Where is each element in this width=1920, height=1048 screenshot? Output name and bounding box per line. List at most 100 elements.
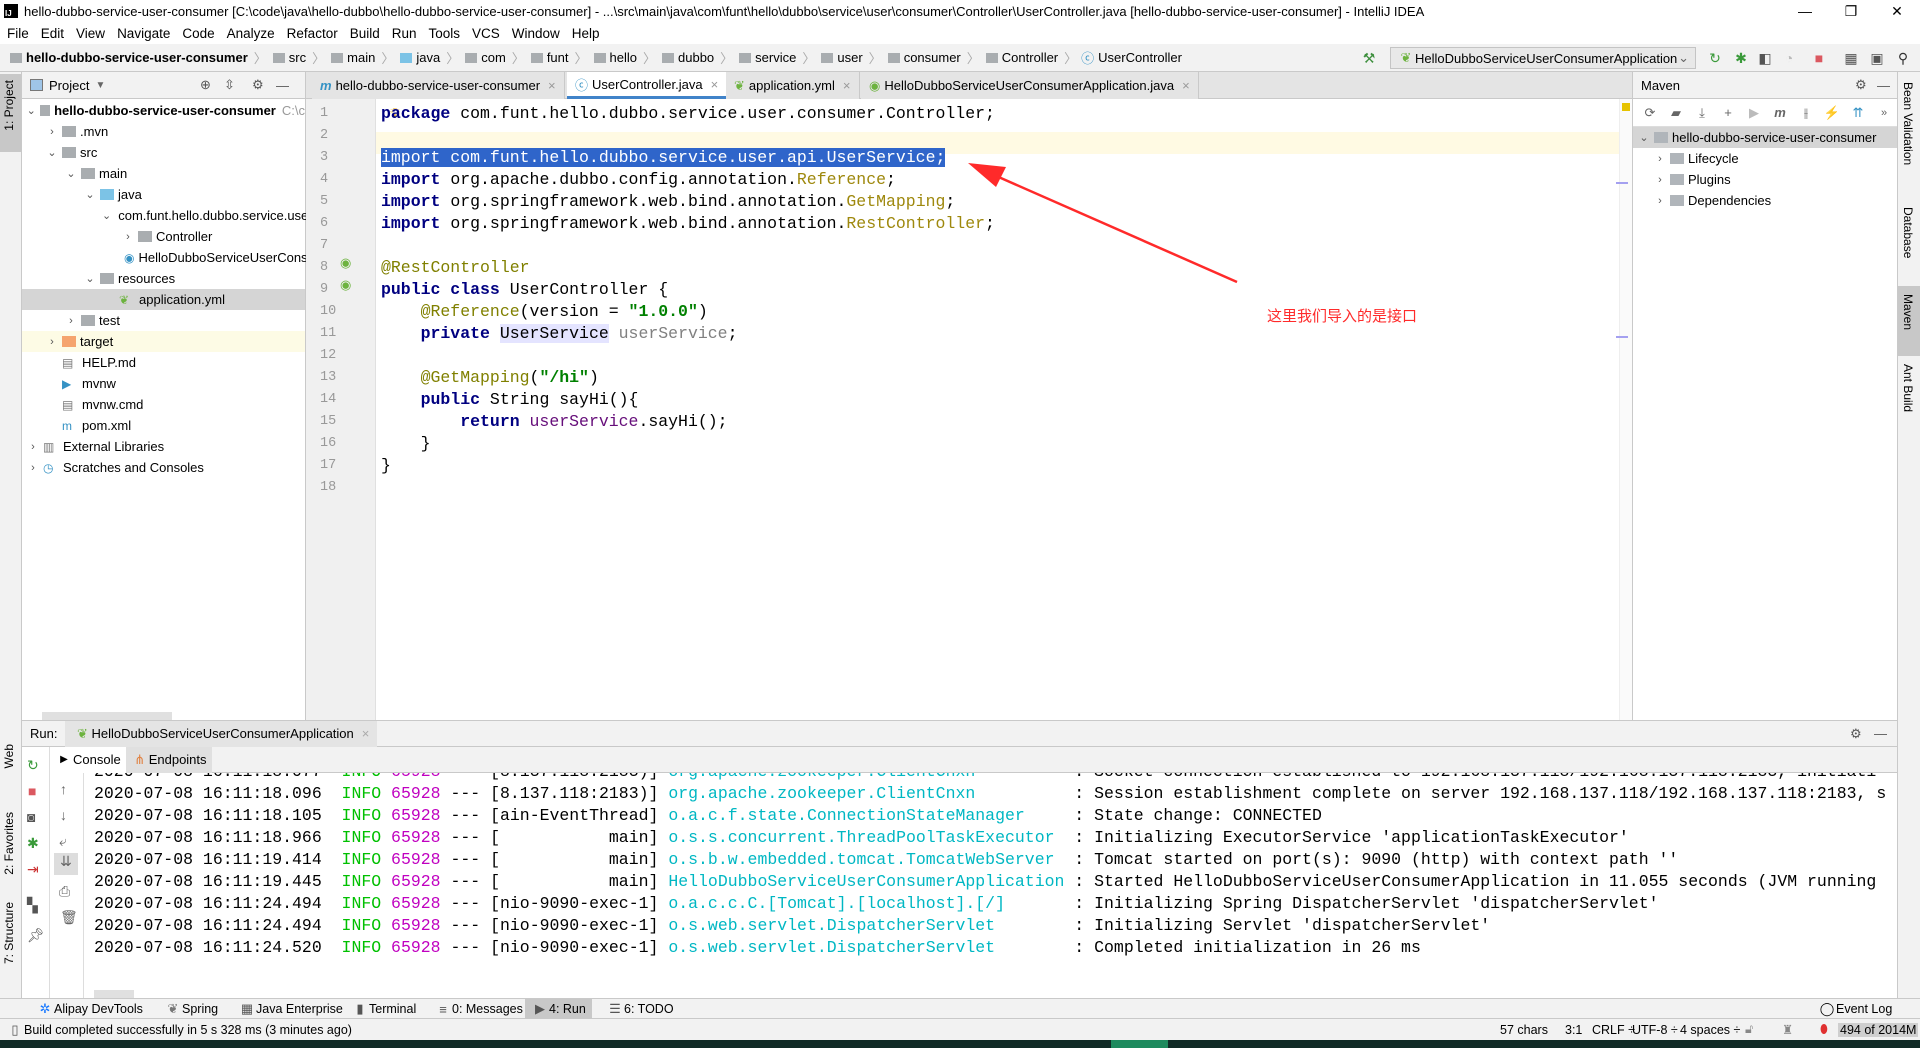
- tree-item[interactable]: m pom.xml: [22, 415, 305, 436]
- chevron-right-icon[interactable]: ›: [26, 462, 40, 474]
- memory-indicator[interactable]: 494 of 2014M: [1838, 1022, 1919, 1037]
- tree-item[interactable]: › target: [22, 331, 305, 352]
- gear-icon[interactable]: ⚙: [1850, 726, 1862, 742]
- tree-item[interactable]: ⌄ main: [22, 163, 305, 184]
- chevron-right-icon[interactable]: ›: [1653, 195, 1667, 207]
- status-toggle-icon[interactable]: ▯: [6, 1022, 24, 1038]
- skip-tests-icon[interactable]: ⫲: [1797, 105, 1815, 121]
- terminal-window-icon[interactable]: ▣: [1868, 49, 1886, 67]
- menu-file[interactable]: File: [7, 26, 29, 41]
- indent-setting[interactable]: 4 spaces ÷: [1680, 1023, 1740, 1037]
- close-icon[interactable]: ×: [1182, 78, 1190, 93]
- maven-tree-item[interactable]: › Dependencies: [1633, 190, 1897, 211]
- breadcrumb-item[interactable]: src 〉: [271, 48, 325, 67]
- run-configuration-select[interactable]: ❦ HelloDubboServiceUserConsumerApplicati…: [1390, 47, 1696, 69]
- menu-run[interactable]: Run: [392, 26, 417, 41]
- rerun-icon[interactable]: ↻: [1706, 49, 1724, 67]
- reload-icon[interactable]: ⟳: [1641, 105, 1659, 121]
- web-tool-button[interactable]: Web: [2, 744, 16, 768]
- chevron-down-icon[interactable]: ⌄: [45, 146, 59, 159]
- collapse-all-icon[interactable]: ⇳: [224, 77, 235, 93]
- show-dependencies-icon[interactable]: ⇈: [1849, 105, 1867, 121]
- ant-build-tool-button[interactable]: Ant Build: [1901, 364, 1915, 412]
- status-message[interactable]: Build completed successfully in 5 s 328 …: [24, 1023, 352, 1037]
- hide-icon[interactable]: —: [1874, 726, 1887, 741]
- breadcrumb-item[interactable]: main 〉: [329, 48, 394, 67]
- tree-item[interactable]: ▶ mvnw: [22, 373, 305, 394]
- event-log-button[interactable]: ◯ Event Log: [1812, 999, 1898, 1019]
- tool-button-terminal[interactable]: ▮ Terminal: [345, 999, 422, 1019]
- tree-item[interactable]: ◉ HelloDubboServiceUserConsumerApplicatio…: [22, 247, 401, 268]
- menu-view[interactable]: View: [76, 26, 105, 41]
- horizontal-scrollbar[interactable]: [42, 712, 172, 720]
- tree-item[interactable]: ⌄ src: [22, 142, 305, 163]
- editor-tab[interactable]: ◉ HelloDubboServiceUserConsumerApplicatio…: [861, 72, 1199, 99]
- chevron-down-icon[interactable]: ⌄: [102, 209, 111, 222]
- inspector-icon[interactable]: ♜: [1782, 1022, 1793, 1037]
- breadcrumb-item[interactable]: hello-dubbo-service-user-consumer 〉: [8, 48, 267, 67]
- breadcrumb-item[interactable]: com 〉: [463, 48, 525, 67]
- tree-item[interactable]: ⌄ com.funt.hello.dubbo.service.user.consu…: [22, 205, 373, 226]
- breadcrumb-item[interactable]: ⓒ UserController: [1081, 48, 1182, 67]
- file-encoding[interactable]: UTF-8 ÷: [1632, 1023, 1678, 1037]
- tool-button-messages[interactable]: ≡ 0: Messages: [428, 999, 529, 1019]
- add-icon[interactable]: +: [1719, 105, 1737, 120]
- profile-icon[interactable]: ◔: [1780, 49, 1798, 67]
- structure-tool-button[interactable]: 7: Structure: [2, 902, 16, 964]
- generate-sources-icon[interactable]: ▰: [1667, 105, 1685, 121]
- breadcrumb-item[interactable]: hello 〉: [592, 48, 656, 67]
- rerun-icon[interactable]: ↻: [27, 757, 39, 774]
- tree-item[interactable]: › Controller: [22, 226, 305, 247]
- more-icon[interactable]: »: [1875, 107, 1893, 119]
- close-icon[interactable]: ×: [843, 78, 851, 93]
- tree-item[interactable]: ⌄ resources: [22, 268, 305, 289]
- breadcrumb-item[interactable]: consumer 〉: [886, 48, 980, 67]
- download-icon[interactable]: ⤓: [1693, 105, 1711, 121]
- tree-item[interactable]: › ▥ External Libraries: [22, 436, 305, 457]
- breadcrumb-item[interactable]: user 〉: [819, 48, 882, 67]
- menu-navigate[interactable]: Navigate: [117, 26, 170, 41]
- hide-icon[interactable]: —: [1877, 78, 1890, 93]
- tree-item[interactable]: ▤ HELP.md: [22, 352, 305, 373]
- menu-code[interactable]: Code: [182, 26, 214, 41]
- stop-icon[interactable]: ■: [1810, 49, 1828, 67]
- gear-icon[interactable]: ⚙: [252, 77, 264, 93]
- tree-item[interactable]: ❦ application.yml: [22, 289, 305, 310]
- tree-item[interactable]: › test: [22, 310, 305, 331]
- locate-icon[interactable]: ⊕: [200, 77, 211, 93]
- run-icon[interactable]: ▶: [1745, 105, 1763, 121]
- maven-tool-button[interactable]: Maven: [1901, 294, 1915, 330]
- line-separator[interactable]: CRLF ÷: [1592, 1023, 1635, 1037]
- project-view-select[interactable]: Project: [49, 78, 89, 93]
- gear-icon[interactable]: ⚙: [1855, 77, 1867, 93]
- minimize-button[interactable]: —: [1782, 0, 1828, 22]
- lock-icon[interactable]: 🔓︎: [1745, 1022, 1753, 1037]
- menu-tools[interactable]: Tools: [429, 26, 461, 41]
- bean-validation-tool-button[interactable]: Bean Validation: [1901, 82, 1915, 165]
- menu-build[interactable]: Build: [350, 26, 380, 41]
- chevron-down-icon[interactable]: ⌄: [83, 188, 97, 201]
- menu-vcs[interactable]: VCS: [472, 26, 500, 41]
- project-tool-button[interactable]: 1: Project: [2, 80, 16, 131]
- tool-button-todo[interactable]: ☰ 6: TODO: [600, 999, 680, 1019]
- tree-item[interactable]: ⌄ hello-dubbo-service-user-consumer C:\c: [22, 100, 305, 121]
- chevron-down-icon[interactable]: ⌄: [26, 104, 37, 117]
- maximize-button[interactable]: ❐: [1828, 0, 1874, 22]
- error-icon[interactable]: ⬮: [1820, 1022, 1828, 1037]
- tool-button-alipay[interactable]: ✲ Alipay DevTools: [30, 999, 149, 1019]
- breadcrumb-item[interactable]: funt 〉: [529, 48, 588, 67]
- console-tab[interactable]: ▶ Console: [50, 746, 126, 773]
- menu-edit[interactable]: Edit: [41, 26, 64, 41]
- code-editor[interactable]: 1 2 3 4 5 6 7 8 9 10 11 12 13 14 15 16 17 18 💡︎ ◉ ◉ packa…: [306, 99, 1632, 720]
- caret-position[interactable]: 3:1: [1565, 1023, 1582, 1037]
- breadcrumb-item[interactable]: service 〉: [737, 48, 815, 67]
- coverage-icon[interactable]: ◧: [1756, 49, 1774, 67]
- editor-tab[interactable]: m hello-dubbo-service-user-consumer ×: [312, 72, 565, 99]
- console-output[interactable]: 2020-07-08 16:11:18.077 INFO 65928 --- […: [22, 773, 1897, 999]
- tool-button-java-enterprise[interactable]: ▦ Java Enterprise: [232, 999, 349, 1019]
- search-icon[interactable]: ⚲: [1894, 49, 1912, 67]
- breadcrumb-item[interactable]: dubbo 〉: [660, 48, 733, 67]
- menu-window[interactable]: Window: [512, 26, 560, 41]
- breadcrumb-item[interactable]: Controller 〉: [984, 48, 1077, 67]
- maven-tree-item[interactable]: › Plugins: [1633, 169, 1897, 190]
